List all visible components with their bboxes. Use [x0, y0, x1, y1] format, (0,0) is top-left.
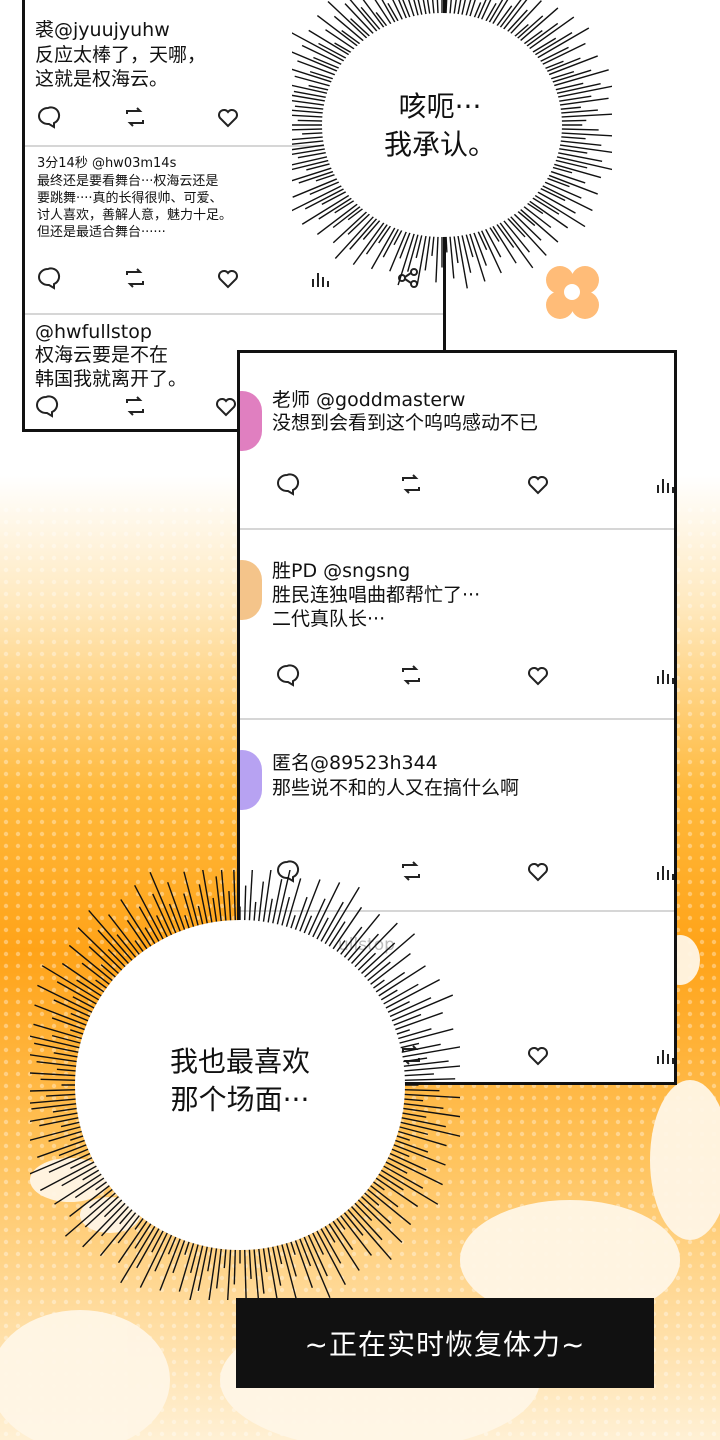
like-icon[interactable]	[523, 856, 553, 886]
tweet-actions	[240, 469, 674, 499]
tweet-text: 那些说不和的人又在搞什么啊	[272, 777, 520, 799]
reply-icon[interactable]	[33, 263, 63, 293]
retweet-icon[interactable]	[396, 469, 426, 499]
reply-icon[interactable]	[31, 391, 61, 421]
stats-icon[interactable]	[650, 1040, 677, 1070]
speech-bubble-text: 我也最喜欢 那个场面···	[169, 1045, 310, 1116]
retweet-icon[interactable]	[120, 102, 150, 132]
stats-icon[interactable]	[650, 660, 677, 690]
tweet-handle: 老师 @goddmasterw	[272, 389, 466, 411]
retweet-icon[interactable]	[120, 391, 150, 421]
tweet-actions	[240, 660, 674, 690]
speech-bubble-text: 咳呃··· 我承认。	[383, 90, 496, 161]
tweet[interactable]: 老师 @goddmasterw 没想到会看到这个呜呜感动不已	[240, 353, 674, 528]
tweet-text: 反应太棒了，天哪， 这就是权海云。	[35, 44, 207, 90]
tweet-meta: 3分14秒 @hw03m14s	[37, 156, 177, 171]
tweet-handle: 胜PD @sngsng	[272, 560, 411, 582]
caption-banner: ~正在实时恢复体力~	[236, 1298, 654, 1388]
avatar	[240, 560, 262, 620]
tweet-handle: 裘@jyuujyuhw	[35, 19, 170, 41]
tweet[interactable]: 胜PD @sngsng 胜民连独唱曲都帮忙了··· 二代真队长···	[240, 530, 674, 718]
like-icon[interactable]	[523, 660, 553, 690]
tweet-handle: @hwfullstop	[35, 321, 152, 343]
stats-icon[interactable]	[650, 856, 677, 886]
tweet-text: 胜民连独唱曲都帮忙了··· 二代真队长···	[272, 584, 481, 630]
avatar	[240, 750, 262, 810]
retweet-icon[interactable]	[120, 263, 150, 293]
tweet-text: 没想到会看到这个呜呜感动不已	[272, 412, 539, 434]
tweet-text: 最终还是要看舞台···权海云还是 要跳舞····真的长得很帅、可爱、 讨人喜欢，…	[37, 174, 233, 240]
tweet-text: 权海云要是不在 韩国我就离开了。	[35, 344, 188, 390]
retweet-icon[interactable]	[396, 660, 426, 690]
reply-icon[interactable]	[272, 660, 302, 690]
avatar	[240, 391, 262, 451]
reply-icon[interactable]	[272, 469, 302, 499]
reply-icon[interactable]	[33, 102, 63, 132]
like-icon[interactable]	[523, 1040, 553, 1070]
like-icon[interactable]	[213, 263, 243, 293]
like-icon[interactable]	[523, 469, 553, 499]
tweet-handle: 匿名@89523h344	[272, 752, 438, 774]
stats-icon[interactable]	[650, 469, 677, 499]
like-icon[interactable]	[213, 102, 243, 132]
